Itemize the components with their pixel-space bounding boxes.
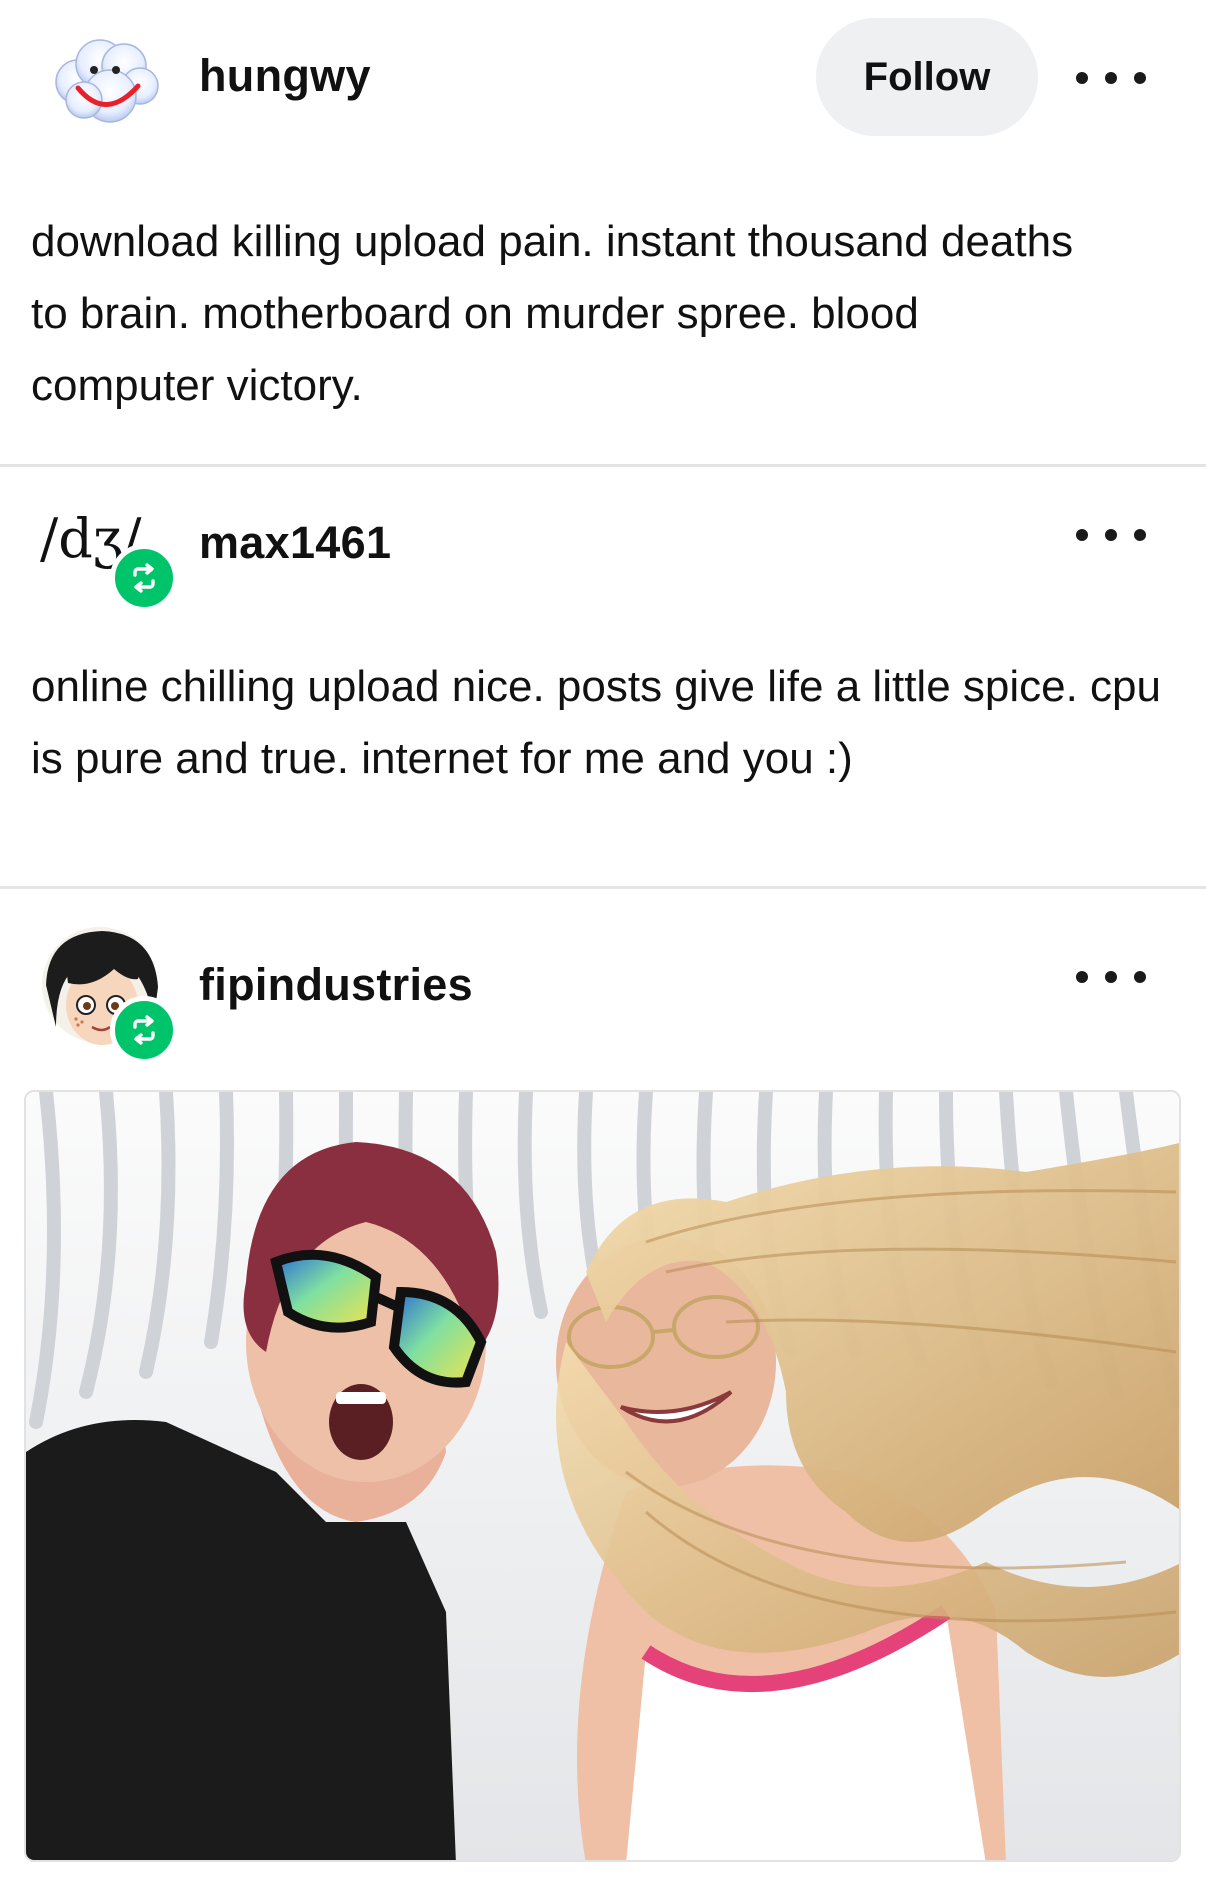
post-text: download killing upload pain. instant th… <box>31 217 1074 410</box>
post-max1461: /dʒ/ max1461 online chilling upload nice… <box>0 467 1206 886</box>
post-header: fipindustries <box>0 889 1206 1089</box>
more-options-icon[interactable] <box>1076 512 1146 558</box>
more-options-icon[interactable] <box>1076 954 1146 1000</box>
reblog-icon <box>110 544 178 612</box>
cloud-smiley-icon[interactable] <box>48 30 166 130</box>
follow-button[interactable]: Follow <box>816 18 1038 136</box>
more-options-icon[interactable] <box>1076 55 1146 101</box>
reblog-icon <box>110 996 178 1064</box>
post-hungwy: hungwy Follow download killing upload pa… <box>0 0 1206 464</box>
post-text: online chilling upload nice. posts give … <box>31 662 1161 783</box>
username[interactable]: hungwy <box>199 50 371 102</box>
selfie-photo-icon[interactable] <box>24 1090 1181 1862</box>
post-header: hungwy Follow <box>0 0 1206 160</box>
username[interactable]: fipindustries <box>199 959 473 1011</box>
post-header: /dʒ/ max1461 <box>0 467 1206 627</box>
username[interactable]: max1461 <box>199 517 391 569</box>
